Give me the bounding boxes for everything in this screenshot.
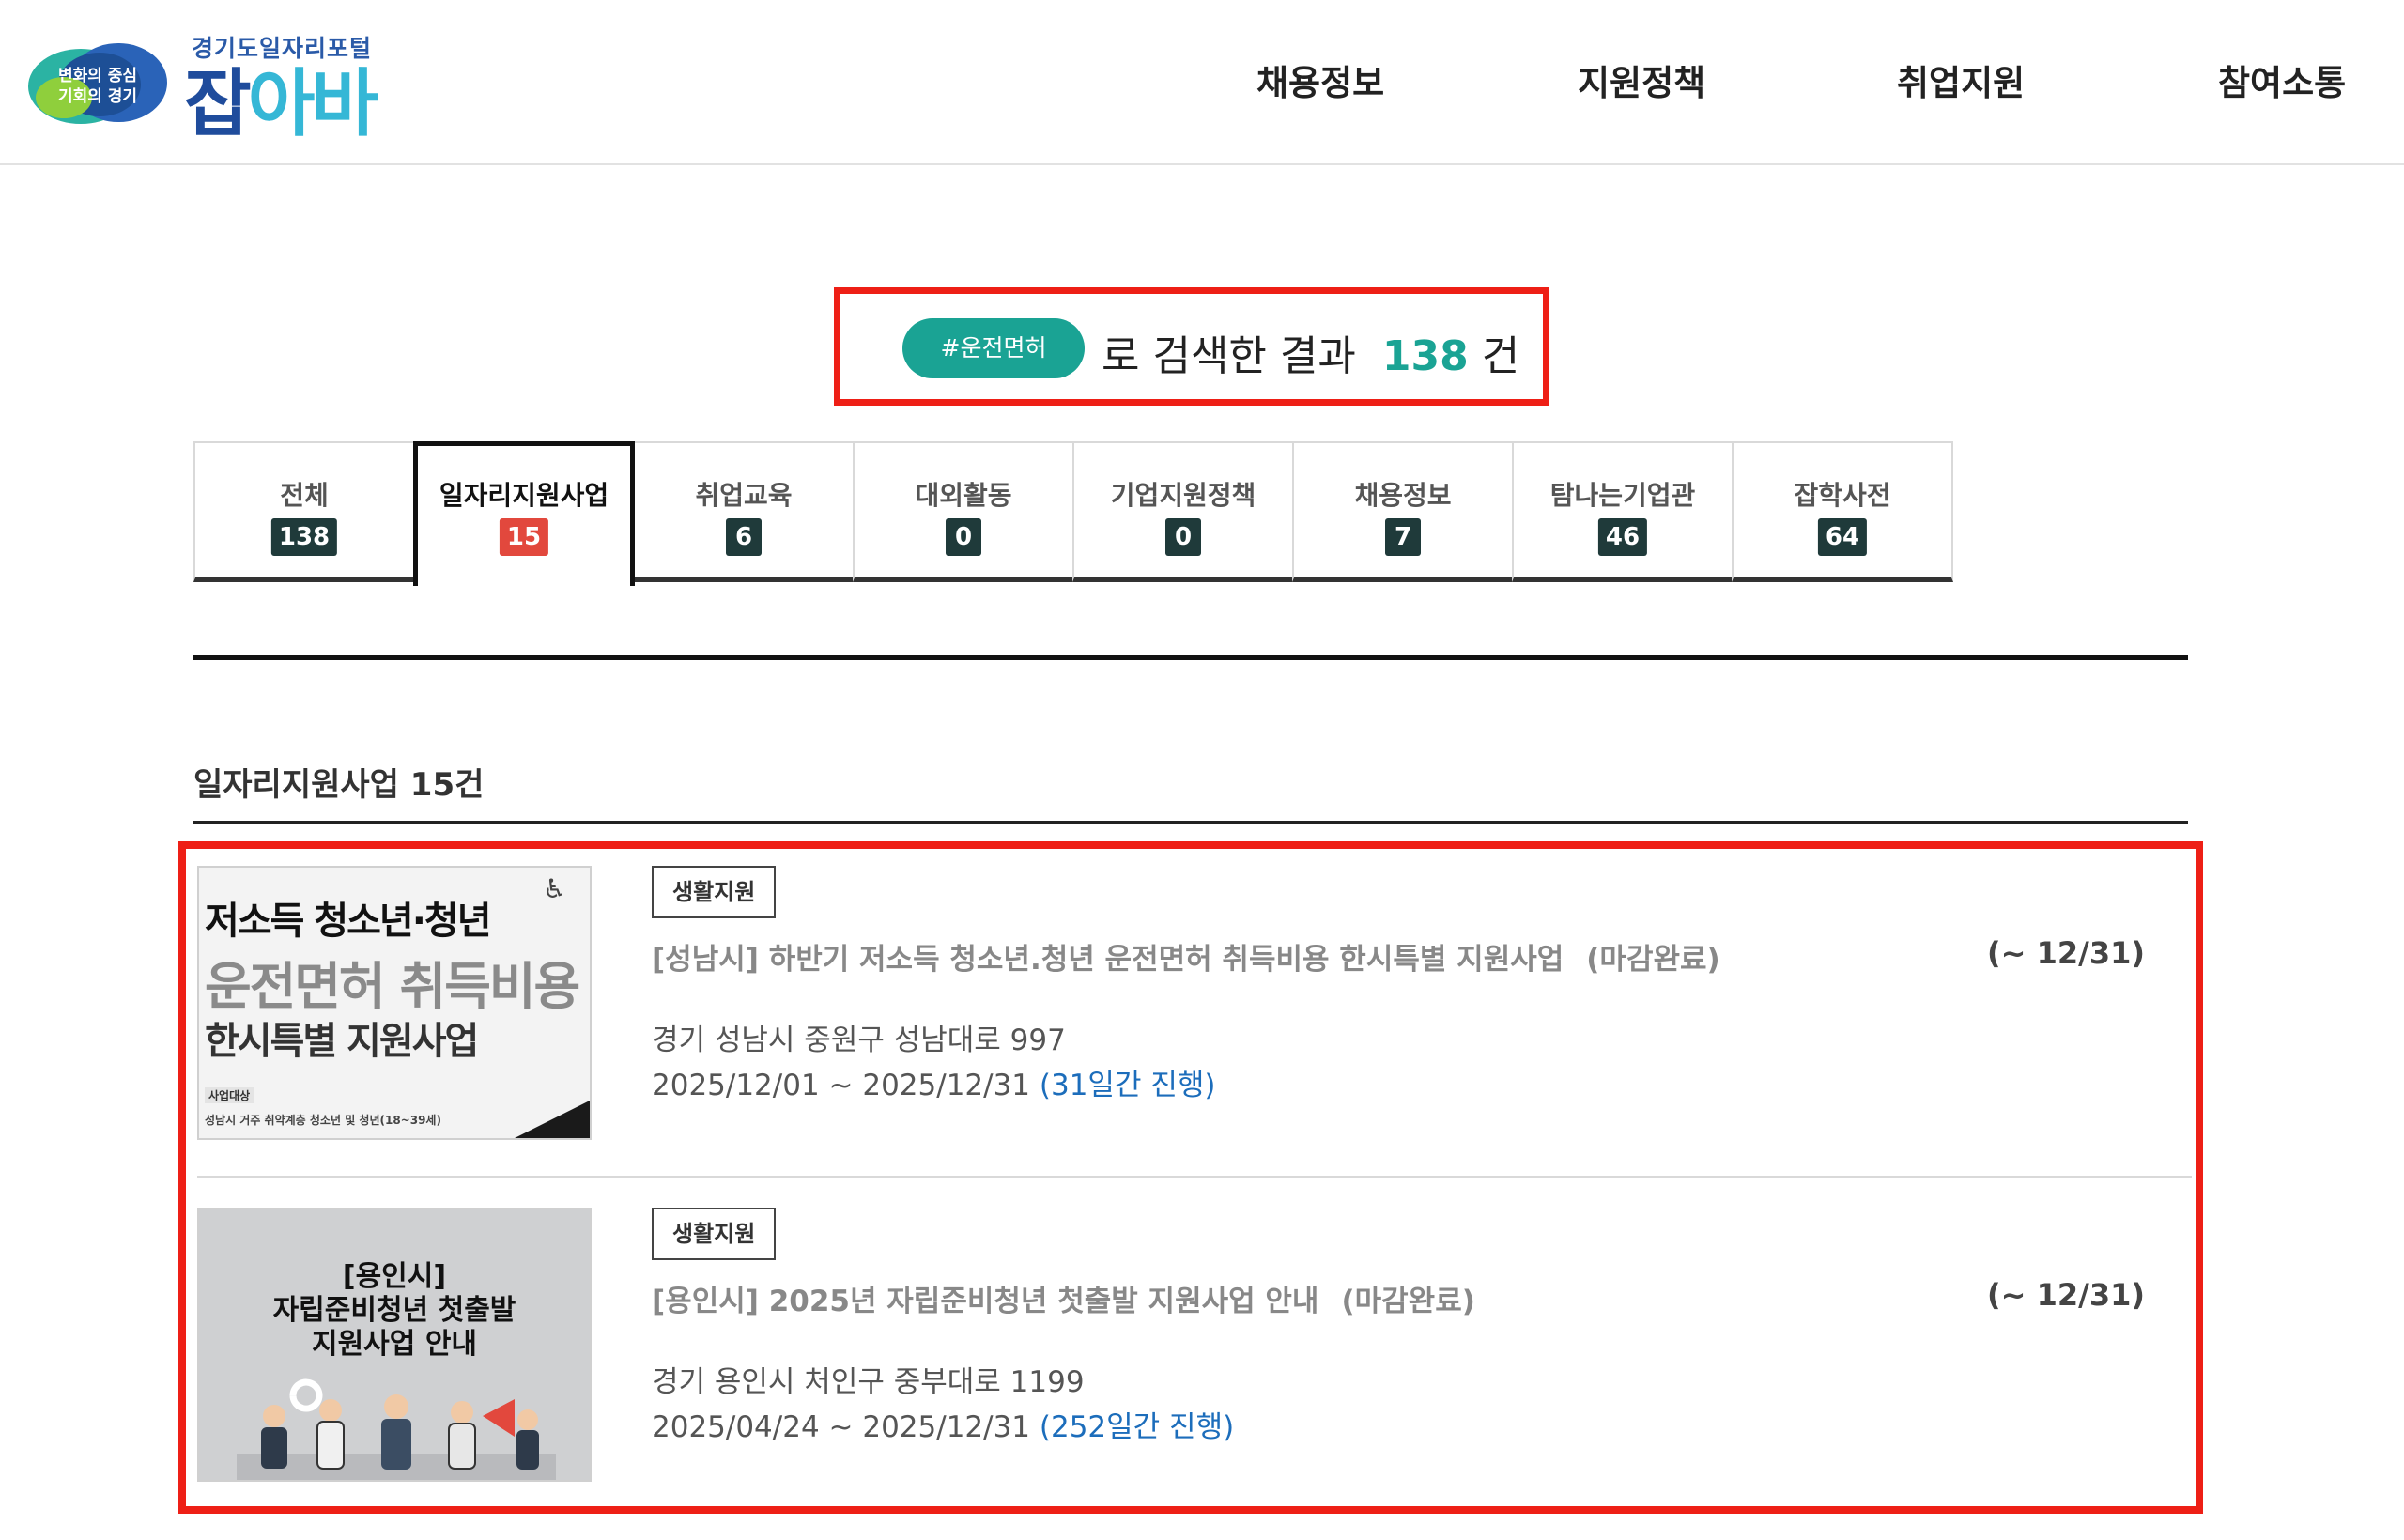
nav-item-employment-support[interactable]: 취업지원 [1897,54,2025,105]
tab-count-badge: 7 [1385,518,1421,556]
people-illustration-icon [237,1378,556,1480]
thumb-text: 저소득 청소년·청년 [205,900,492,943]
wheelchair-logo-icon: ♿ [543,873,567,904]
tab-job-support-program[interactable]: 일자리지원사업 15 [413,441,635,586]
result-prefix: 로 검색한 결과 [1102,332,1356,380]
tab-job-dictionary[interactable]: 잡학사전 64 [1732,441,1953,582]
thumb-text: 사업대상 [205,1087,254,1103]
tab-all[interactable]: 전체 138 [193,441,415,582]
tab-external-activities[interactable]: 대외활동 0 [853,441,1074,582]
item-address: 경기 성남시 중원구 성남대로 997 [652,1024,1066,1057]
logo-badge-line1: 변화의 중심 [57,67,138,85]
nav-item-participation[interactable]: 참여소통 [2218,54,2346,105]
item-thumbnail[interactable]: ♿ 저소득 청소년·청년 운전면허 취득비용 한시특별 지원사업 사업대상 성남… [197,866,592,1140]
thumb-text: 한시특별 지원사업 [205,1020,479,1063]
tab-label: 대외활동 [915,480,1012,511]
item-thumbnail[interactable]: [용인시] 자립준비청년 첫출발 지원사업 안내 [197,1208,592,1482]
item-period: 2025/04/24 ~ 2025/12/31 (252일간 진행) [652,1403,1234,1445]
item-period-dates: 2025/12/01 ~ 2025/12/31 [652,1069,1031,1102]
item-deadline: (~ 12/31) [1987,1277,2145,1313]
item-status: (마감완료) [1586,943,1720,977]
search-result-summary: #운전면허 로 검색한 결과 138 건 [834,287,1549,406]
category-tabs: 전체 138 일자리지원사업 15 취업교육 6 대외활동 0 기업지원정책 0… [193,441,1968,586]
tab-count-badge: 15 [499,518,549,556]
tab-count-badge: 0 [1165,518,1201,556]
nav-item-recruitment[interactable]: 채용정보 [1256,54,1384,105]
tab-featured-companies[interactable]: 탐나는기업관 46 [1512,441,1734,582]
site-logo[interactable]: 변화의 중심 기회의 경기 경기도일자리포털 잡아바 [26,28,393,146]
tab-count-badge: 64 [1817,518,1868,556]
item-period-dates: 2025/04/24 ~ 2025/12/31 [652,1410,1031,1444]
logo-badge-line2: 기회의 경기 [57,87,138,106]
tab-recruitment-info[interactable]: 채용정보 7 [1292,441,1514,582]
thumb-text: 성남시 거주 취약계층 청소년 및 청년(18~39세) [205,1114,441,1127]
logo-wordmark: 잡아바 [184,62,379,146]
item-title-text: [성남시] 하반기 저소득 청소년.청년 운전면허 취득비용 한시특별 지원사업 [652,943,1564,977]
logo-subtitle: 경기도일자리포털 [192,35,373,62]
item-status: (마감완료) [1341,1285,1475,1318]
logo-badge-text: 변화의 중심 기회의 경기 [26,66,169,107]
section-title: 일자리지원사업 15건 [193,766,485,804]
tab-count-badge: 0 [946,518,981,556]
tab-label: 채용정보 [1354,480,1452,511]
tab-label: 탐나는기업관 [1549,480,1696,511]
search-result-text: 로 검색한 결과 138 건 [1102,322,1519,382]
result-list: ♿ 저소득 청소년·청년 운전면허 취득비용 한시특별 지원사업 사업대상 성남… [178,841,2203,1514]
category-badge: 생활지원 [652,1208,777,1260]
item-title-link[interactable]: [성남시] 하반기 저소득 청소년.청년 운전면허 취득비용 한시특별 지원사업… [652,935,1720,978]
result-count: 138 [1381,332,1469,380]
item-duration: (31일간 진행) [1039,1069,1216,1102]
tab-label: 취업교육 [695,480,793,511]
logo-wordmark-part1: 잡 [184,62,252,146]
logo-wordmark-part2: 아바 [247,62,379,146]
item-title-link[interactable]: [용인시] 2025년 자립준비청년 첫출발 지원사업 안내 (마감완료) [652,1277,1475,1319]
section-divider [193,655,2188,660]
result-suffix: 건 [1481,332,1520,380]
item-period: 2025/12/01 ~ 2025/12/31 (31일간 진행) [652,1061,1215,1103]
tab-count-badge: 6 [726,518,762,556]
list-item[interactable]: ♿ 저소득 청소년·청년 운전면허 취득비용 한시특별 지원사업 사업대상 성남… [197,849,2192,1178]
tab-label: 기업지원정책 [1110,480,1256,511]
nav-item-support-policy[interactable]: 지원정책 [1578,54,1705,105]
tab-business-support-policy[interactable]: 기업지원정책 0 [1072,441,1294,582]
item-title-text: [용인시] 2025년 자립준비청년 첫출발 지원사업 안내 [652,1285,1319,1318]
item-address: 경기 용인시 처인구 중부대로 1199 [652,1365,1085,1399]
search-keyword-tag[interactable]: #운전면허 [902,318,1085,378]
category-badge: 생활지원 [652,866,777,918]
tab-count-badge: 138 [270,518,338,556]
tab-employment-education[interactable]: 취업교육 6 [633,441,855,582]
item-deadline: (~ 12/31) [1987,935,2145,971]
thumb-text: 지원사업 안내 [311,1328,478,1361]
tab-label: 전체 [280,480,329,511]
thumb-text: 운전면허 취득비용 [205,957,580,1016]
tab-label: 잡학사전 [1794,480,1891,511]
thumb-corner-decoration [515,1101,590,1138]
site-header: 변화의 중심 기회의 경기 경기도일자리포털 잡아바 채용정보 지원정책 취업지… [0,0,2404,165]
item-duration: (252일간 진행) [1039,1410,1235,1444]
list-top-rule [193,821,2188,824]
list-item[interactable]: [용인시] 자립준비청년 첫출발 지원사업 안내 생활지원 [용인시] 2025… [197,1191,2192,1519]
tab-label: 일자리지원사업 [439,480,609,511]
tab-count-badge: 46 [1597,518,1648,556]
